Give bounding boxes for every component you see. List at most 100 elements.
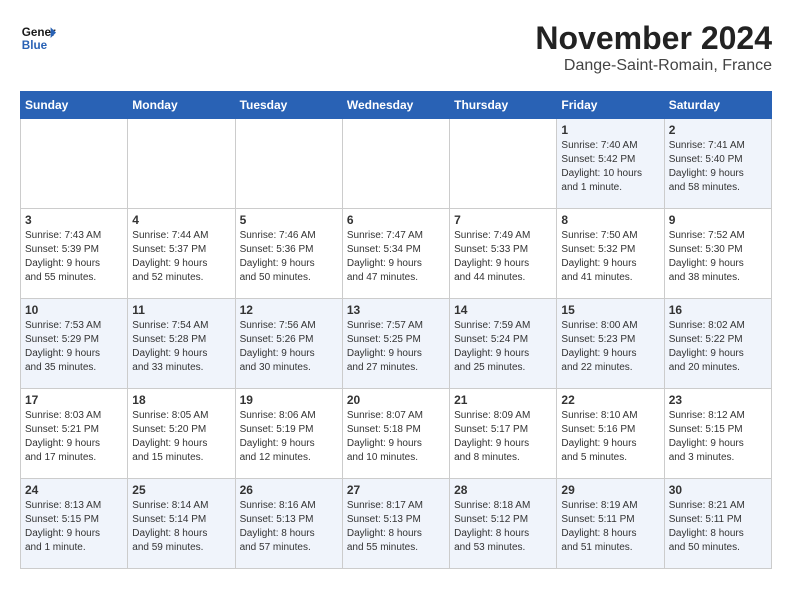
col-header-saturday: Saturday xyxy=(664,92,771,119)
day-info: Sunrise: 8:00 AM Sunset: 5:23 PM Dayligh… xyxy=(561,319,659,375)
day-number: 8 xyxy=(561,213,659,227)
day-number: 13 xyxy=(347,303,445,317)
day-info: Sunrise: 8:10 AM Sunset: 5:16 PM Dayligh… xyxy=(561,409,659,465)
col-header-thursday: Thursday xyxy=(450,92,557,119)
day-info: Sunrise: 8:13 AM Sunset: 5:15 PM Dayligh… xyxy=(25,499,123,555)
header: General Blue November 2024 Dange-Saint-R… xyxy=(20,20,772,75)
day-cell: 1Sunrise: 7:40 AM Sunset: 5:42 PM Daylig… xyxy=(557,119,664,209)
day-number: 14 xyxy=(454,303,552,317)
day-number: 21 xyxy=(454,393,552,407)
day-cell: 10 Sunrise: 7:53 AM Sunset: 5:29 PM Dayli… xyxy=(21,299,128,389)
day-info: Sunrise: 8:06 AM Sunset: 5:19 PM Dayligh… xyxy=(240,409,338,465)
week-row-3: 10 Sunrise: 7:53 AM Sunset: 5:29 PM Dayli… xyxy=(21,299,772,389)
day-number: 10 xyxy=(25,303,123,317)
title-block: November 2024 Dange-Saint-Romain, France xyxy=(535,20,772,75)
day-number: 17 xyxy=(25,393,123,407)
day-info: Sunrise: 8:14 AM Sunset: 5:14 PM Dayligh… xyxy=(132,499,230,555)
day-number: 29 xyxy=(561,483,659,497)
day-number: 28 xyxy=(454,483,552,497)
day-number: 20 xyxy=(347,393,445,407)
week-row-1: 1Sunrise: 7:40 AM Sunset: 5:42 PM Daylig… xyxy=(21,119,772,209)
week-row-5: 24 Sunrise: 8:13 AM Sunset: 5:15 PM Dayli… xyxy=(21,479,772,569)
day-cell: 20Sunrise: 8:07 AM Sunset: 5:18 PM Dayli… xyxy=(342,389,449,479)
day-info: Sunrise: 7:50 AM Sunset: 5:32 PM Dayligh… xyxy=(561,229,659,285)
day-cell: 22 Sunrise: 8:10 AM Sunset: 5:16 PM Dayli… xyxy=(557,389,664,479)
week-row-2: 3 Sunrise: 7:43 AM Sunset: 5:39 PM Daylig… xyxy=(21,209,772,299)
day-cell: 11 Sunrise: 7:54 AM Sunset: 5:28 PM Dayli… xyxy=(128,299,235,389)
day-number: 25 xyxy=(132,483,230,497)
col-header-friday: Friday xyxy=(557,92,664,119)
day-number: 22 xyxy=(561,393,659,407)
day-number: 7 xyxy=(454,213,552,227)
col-header-tuesday: Tuesday xyxy=(235,92,342,119)
day-number: 12 xyxy=(240,303,338,317)
col-header-wednesday: Wednesday xyxy=(342,92,449,119)
logo-icon: General Blue xyxy=(20,20,56,56)
day-cell: 16Sunrise: 8:02 AM Sunset: 5:22 PM Dayli… xyxy=(664,299,771,389)
day-info: Sunrise: 8:03 AM Sunset: 5:21 PM Dayligh… xyxy=(25,409,123,465)
day-cell: 19 Sunrise: 8:06 AM Sunset: 5:19 PM Dayli… xyxy=(235,389,342,479)
day-cell: 26 Sunrise: 8:16 AM Sunset: 5:13 PM Dayli… xyxy=(235,479,342,569)
day-number: 6 xyxy=(347,213,445,227)
day-info: Sunrise: 7:49 AM Sunset: 5:33 PM Dayligh… xyxy=(454,229,552,285)
day-cell: 8 Sunrise: 7:50 AM Sunset: 5:32 PM Daylig… xyxy=(557,209,664,299)
day-number: 19 xyxy=(240,393,338,407)
day-number: 26 xyxy=(240,483,338,497)
day-cell: 29 Sunrise: 8:19 AM Sunset: 5:11 PM Dayli… xyxy=(557,479,664,569)
day-cell xyxy=(450,119,557,209)
day-info: Sunrise: 7:41 AM Sunset: 5:40 PM Dayligh… xyxy=(669,139,767,195)
day-info: Sunrise: 8:12 AM Sunset: 5:15 PM Dayligh… xyxy=(669,409,767,465)
day-cell: 13 Sunrise: 7:57 AM Sunset: 5:25 PM Dayli… xyxy=(342,299,449,389)
day-cell: 21Sunrise: 8:09 AM Sunset: 5:17 PM Dayli… xyxy=(450,389,557,479)
day-cell xyxy=(235,119,342,209)
day-info: Sunrise: 8:17 AM Sunset: 5:13 PM Dayligh… xyxy=(347,499,445,555)
day-number: 15 xyxy=(561,303,659,317)
day-cell: 9Sunrise: 7:52 AM Sunset: 5:30 PM Daylig… xyxy=(664,209,771,299)
day-info: Sunrise: 7:57 AM Sunset: 5:25 PM Dayligh… xyxy=(347,319,445,375)
day-cell xyxy=(128,119,235,209)
day-number: 9 xyxy=(669,213,767,227)
logo: General Blue xyxy=(20,20,56,56)
location-title: Dange-Saint-Romain, France xyxy=(535,57,772,75)
day-cell: 4 Sunrise: 7:44 AM Sunset: 5:37 PM Daylig… xyxy=(128,209,235,299)
day-info: Sunrise: 7:54 AM Sunset: 5:28 PM Dayligh… xyxy=(132,319,230,375)
day-cell: 24 Sunrise: 8:13 AM Sunset: 5:15 PM Dayli… xyxy=(21,479,128,569)
day-number: 3 xyxy=(25,213,123,227)
day-info: Sunrise: 7:44 AM Sunset: 5:37 PM Dayligh… xyxy=(132,229,230,285)
day-info: Sunrise: 8:19 AM Sunset: 5:11 PM Dayligh… xyxy=(561,499,659,555)
day-info: Sunrise: 8:02 AM Sunset: 5:22 PM Dayligh… xyxy=(669,319,767,375)
day-info: Sunrise: 7:47 AM Sunset: 5:34 PM Dayligh… xyxy=(347,229,445,285)
col-header-sunday: Sunday xyxy=(21,92,128,119)
day-number: 5 xyxy=(240,213,338,227)
day-cell: 2 Sunrise: 7:41 AM Sunset: 5:40 PM Daylig… xyxy=(664,119,771,209)
day-info: Sunrise: 8:21 AM Sunset: 5:11 PM Dayligh… xyxy=(669,499,767,555)
day-number: 30 xyxy=(669,483,767,497)
day-number: 2 xyxy=(669,123,767,137)
day-cell: 28Sunrise: 8:18 AM Sunset: 5:12 PM Dayli… xyxy=(450,479,557,569)
day-info: Sunrise: 7:59 AM Sunset: 5:24 PM Dayligh… xyxy=(454,319,552,375)
day-info: Sunrise: 7:40 AM Sunset: 5:42 PM Dayligh… xyxy=(561,139,659,195)
day-number: 18 xyxy=(132,393,230,407)
day-number: 24 xyxy=(25,483,123,497)
week-row-4: 17 Sunrise: 8:03 AM Sunset: 5:21 PM Dayli… xyxy=(21,389,772,479)
col-header-monday: Monday xyxy=(128,92,235,119)
day-cell: 18Sunrise: 8:05 AM Sunset: 5:20 PM Dayli… xyxy=(128,389,235,479)
day-info: Sunrise: 7:46 AM Sunset: 5:36 PM Dayligh… xyxy=(240,229,338,285)
day-info: Sunrise: 8:16 AM Sunset: 5:13 PM Dayligh… xyxy=(240,499,338,555)
svg-text:Blue: Blue xyxy=(22,39,48,52)
day-cell: 3 Sunrise: 7:43 AM Sunset: 5:39 PM Daylig… xyxy=(21,209,128,299)
day-cell: 5 Sunrise: 7:46 AM Sunset: 5:36 PM Daylig… xyxy=(235,209,342,299)
day-number: 4 xyxy=(132,213,230,227)
day-cell: 6 Sunrise: 7:47 AM Sunset: 5:34 PM Daylig… xyxy=(342,209,449,299)
day-number: 27 xyxy=(347,483,445,497)
day-number: 11 xyxy=(132,303,230,317)
day-cell: 14 Sunrise: 7:59 AM Sunset: 5:24 PM Dayli… xyxy=(450,299,557,389)
day-info: Sunrise: 7:53 AM Sunset: 5:29 PM Dayligh… xyxy=(25,319,123,375)
day-info: Sunrise: 7:56 AM Sunset: 5:26 PM Dayligh… xyxy=(240,319,338,375)
day-cell: 23 Sunrise: 8:12 AM Sunset: 5:15 PM Dayli… xyxy=(664,389,771,479)
day-number: 23 xyxy=(669,393,767,407)
day-info: Sunrise: 7:43 AM Sunset: 5:39 PM Dayligh… xyxy=(25,229,123,285)
day-cell: 27 Sunrise: 8:17 AM Sunset: 5:13 PM Dayli… xyxy=(342,479,449,569)
month-title: November 2024 xyxy=(535,20,772,57)
day-cell xyxy=(342,119,449,209)
